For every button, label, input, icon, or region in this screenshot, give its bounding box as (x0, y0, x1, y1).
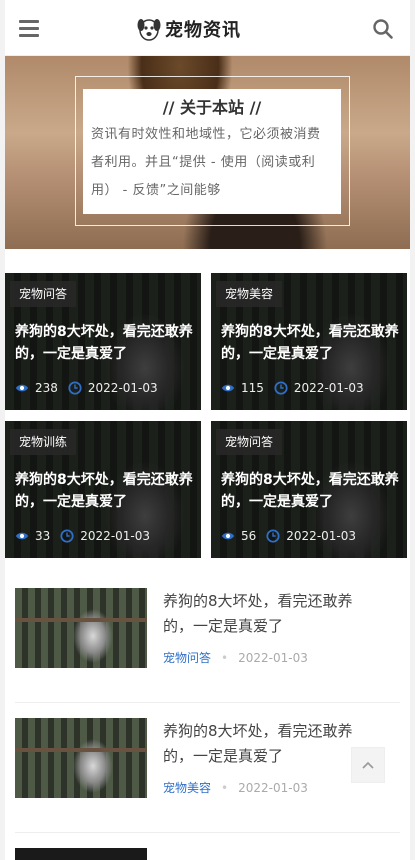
list-item-title[interactable]: 养狗的8大坏处，看完还敢养的，一定是真爱了 (163, 589, 378, 639)
card-date: 2022-01-03 (293, 381, 364, 395)
list-item-category[interactable]: 宠物美容 (163, 779, 211, 796)
view-count: 115 (241, 381, 264, 395)
separator-dot: • (221, 780, 229, 795)
list-item-meta: 宠物问答 • 2022-01-03 (163, 649, 308, 666)
card-title[interactable]: 养狗的8大坏处，看完还敢养的，一定是真爱了 (221, 469, 399, 513)
card-meta: 115 2022-01-03 (221, 381, 364, 395)
search-icon[interactable] (372, 18, 394, 40)
clock-icon (274, 381, 288, 395)
list-item-date: 2022-01-03 (238, 780, 308, 795)
chevron-up-icon (362, 761, 374, 769)
list-item-date: 2022-01-03 (238, 650, 308, 665)
back-to-top-button[interactable] (351, 747, 385, 783)
card-meta: 33 2022-01-03 (15, 529, 150, 543)
list-item-thumbnail[interactable] (15, 588, 147, 668)
article-card[interactable]: 宠物问答 养狗的8大坏处，看完还敢养的，一定是真爱了 56 2022-01-03 (211, 421, 407, 558)
view-count: 33 (35, 529, 51, 543)
clock-icon (266, 529, 280, 543)
card-title[interactable]: 养狗的8大坏处，看完还敢养的，一定是真爱了 (15, 321, 193, 365)
about-title: // 关于本站 // (162, 98, 262, 117)
card-category-tag[interactable]: 宠物训练 (10, 429, 77, 455)
about-text: 资讯有时效性和地域性，它必须被消费者利用。并且“提供 - 使用（阅读或利用） -… (91, 127, 321, 198)
list-item-meta: 宠物美容 • 2022-01-03 (163, 779, 308, 796)
list-item-category[interactable]: 宠物问答 (163, 649, 211, 666)
card-date: 2022-01-03 (286, 529, 357, 543)
article-card[interactable]: 宠物美容 养狗的8大坏处，看完还敢养的，一定是真爱了 115 2022-01-0… (211, 273, 407, 410)
view-count: 56 (241, 529, 257, 543)
card-category-tag[interactable]: 宠物问答 (216, 429, 283, 455)
card-date: 2022-01-03 (87, 381, 158, 395)
list-item-thumbnail[interactable] (15, 718, 147, 798)
hero-banner: // 关于本站 // 资讯有时效性和地域性，它必须被消费者利用。并且“提供 - … (5, 56, 410, 249)
eye-icon (221, 532, 235, 540)
card-meta: 238 2022-01-03 (15, 381, 158, 395)
article-card[interactable]: 宠物问答 养狗的8大坏处，看完还敢养的，一定是真爱了 238 2022-01-0… (5, 273, 201, 410)
card-date: 2022-01-03 (80, 529, 151, 543)
header: 宠物资讯 (5, 0, 410, 56)
site-logo-text: 宠物资讯 (165, 20, 241, 41)
separator-dot: • (221, 650, 229, 665)
card-category-tag[interactable]: 宠物问答 (10, 281, 77, 307)
hamburger-menu-icon[interactable] (19, 20, 39, 38)
eye-icon (221, 384, 235, 392)
clock-icon (68, 381, 82, 395)
view-count: 238 (35, 381, 58, 395)
list-item-title[interactable]: 养狗的8大坏处，看完还敢养的，一定是真爱了 (163, 719, 378, 769)
site-logo[interactable]: 宠物资讯 (135, 14, 241, 44)
list-item-thumbnail-partial[interactable] (15, 848, 147, 860)
page: 宠物资讯 // 关于本站 // 资讯有时效性和地域性，它必须被消费者利用。并且“… (5, 0, 410, 860)
eye-icon (15, 532, 29, 540)
article-card[interactable]: 宠物训练 养狗的8大坏处，看完还敢养的，一定是真爱了 33 2022-01-03 (5, 421, 201, 558)
list-item[interactable]: 养狗的8大坏处，看完还敢养的，一定是真爱了 宠物问答 • 2022-01-03 (15, 573, 400, 703)
clock-icon (60, 529, 74, 543)
eye-icon (15, 384, 29, 392)
about-box: // 关于本站 // 资讯有时效性和地域性，它必须被消费者利用。并且“提供 - … (83, 89, 341, 214)
card-title[interactable]: 养狗的8大坏处，看完还敢养的，一定是真爱了 (15, 469, 193, 513)
card-title[interactable]: 养狗的8大坏处，看完还敢养的，一定是真爱了 (221, 321, 399, 365)
card-meta: 56 2022-01-03 (221, 529, 356, 543)
list-item[interactable]: 养狗的8大坏处，看完还敢养的，一定是真爱了 宠物美容 • 2022-01-03 (15, 703, 400, 833)
dog-logo-icon (137, 19, 161, 41)
card-category-tag[interactable]: 宠物美容 (216, 281, 283, 307)
